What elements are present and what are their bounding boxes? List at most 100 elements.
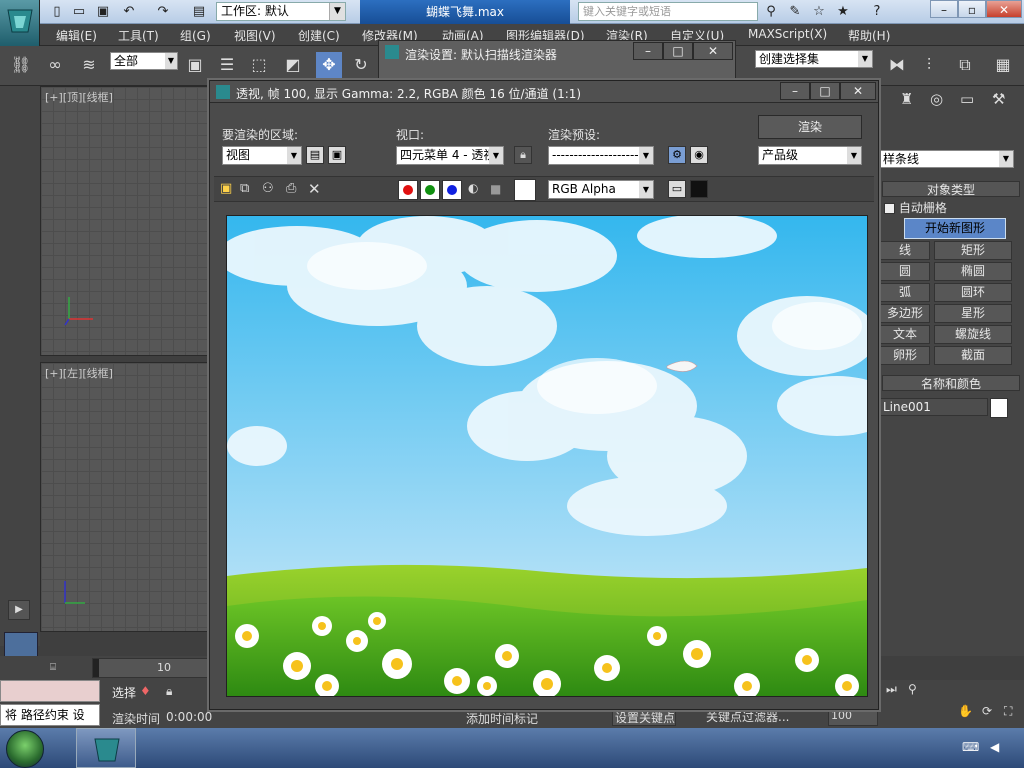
- shape-star-button[interactable]: 星形: [934, 304, 1012, 323]
- set-key-button[interactable]: 设置关键点: [612, 708, 676, 726]
- pan-icon[interactable]: ✋: [958, 704, 973, 718]
- volume-icon[interactable]: ◀: [990, 740, 999, 754]
- maximize-button[interactable]: ▫: [958, 0, 986, 18]
- help-icon[interactable]: ?: [868, 3, 886, 21]
- copy-image-icon[interactable]: ⧉: [240, 181, 249, 196]
- render-preset-select[interactable]: -------------------- ▼: [548, 146, 654, 165]
- green-channel-toggle[interactable]: [420, 180, 440, 200]
- unlink-icon[interactable]: ∞: [42, 52, 68, 78]
- rectangular-selection-icon[interactable]: ⬚: [246, 52, 272, 78]
- zoom-icon[interactable]: ⚲: [908, 682, 917, 696]
- star-icon[interactable]: ★: [834, 3, 852, 21]
- object-color-swatch[interactable]: [990, 398, 1008, 418]
- toggle-ui-overlay-icon[interactable]: ▭: [668, 180, 686, 198]
- shape-donut-button[interactable]: 圆环: [934, 283, 1012, 302]
- menu-create[interactable]: 创建(C): [298, 27, 340, 44]
- maximize-button[interactable]: □: [663, 42, 693, 60]
- close-button[interactable]: ✕: [840, 82, 876, 100]
- select-object-icon[interactable]: ▣: [182, 52, 208, 78]
- open-file-icon[interactable]: ▭: [70, 3, 88, 21]
- minimize-button[interactable]: –: [780, 82, 810, 100]
- key-filters-button[interactable]: 关键点过滤器...: [706, 708, 789, 725]
- motion-tab-icon[interactable]: ◎: [930, 90, 943, 108]
- select-by-name-icon[interactable]: ☰: [214, 52, 240, 78]
- search-input[interactable]: 键入关键字或短语: [578, 2, 758, 21]
- shape-helix-button[interactable]: 螺旋线: [934, 325, 1012, 344]
- viewport-left-label[interactable]: [+][左][线框]: [45, 365, 113, 381]
- graphite-ribbon-icon[interactable]: ▦: [990, 52, 1016, 78]
- maxscript-listener-mini[interactable]: [0, 680, 100, 702]
- display-channel-select[interactable]: RGB Alpha ▼: [548, 180, 654, 199]
- shape-section-button[interactable]: 截面: [934, 346, 1012, 365]
- bind-spacewarp-icon[interactable]: ≋: [76, 52, 102, 78]
- minimize-button[interactable]: –: [633, 42, 663, 60]
- render-quality-select[interactable]: 产品级 ▼: [758, 146, 862, 165]
- monochrome-icon[interactable]: ■: [490, 182, 501, 196]
- time-slider-thumb[interactable]: [93, 659, 99, 677]
- link-icon[interactable]: ⛓: [8, 52, 34, 78]
- toggle-ui-icon[interactable]: [690, 180, 708, 198]
- viewport-left[interactable]: [+][左][线框]: [40, 362, 210, 632]
- menu-tools[interactable]: 工具(T): [118, 27, 159, 44]
- shape-line-button[interactable]: 线: [880, 241, 930, 260]
- workspace-select[interactable]: 工作区: 默认 ▼: [216, 2, 346, 21]
- start-new-shape-button[interactable]: 开始新图形: [904, 218, 1006, 239]
- render-button[interactable]: 渲染: [758, 115, 862, 139]
- window-crossing-icon[interactable]: ◩: [280, 52, 306, 78]
- shape-text-button[interactable]: 文本: [880, 325, 930, 344]
- new-file-icon[interactable]: ▯: [48, 3, 66, 21]
- select-rotate-icon[interactable]: ↻: [348, 52, 374, 78]
- alpha-channel-icon[interactable]: ◐: [468, 181, 478, 195]
- object-name-field[interactable]: Line001: [880, 398, 988, 416]
- favorites-icon[interactable]: ☆: [810, 3, 828, 21]
- align-icon[interactable]: ⫶: [916, 52, 942, 78]
- checkbox-box[interactable]: [884, 203, 895, 214]
- menu-maxscript[interactable]: MAXScript(X): [748, 27, 827, 41]
- clear-icon[interactable]: ✕: [308, 180, 321, 198]
- viewport-select[interactable]: 四元菜单 4 - 透视 ▼: [396, 146, 504, 165]
- menu-views[interactable]: 视图(V): [234, 27, 276, 44]
- named-selection-set-select[interactable]: 创建选择集 ▼: [755, 50, 873, 68]
- undo-icon[interactable]: ↶: [120, 3, 138, 21]
- binoculars-icon[interactable]: ⚲: [762, 3, 780, 21]
- autogrid-checkbox[interactable]: 自动栅格: [884, 199, 947, 216]
- print-icon[interactable]: ⎙: [286, 181, 296, 196]
- clone-window-icon[interactable]: ⚇: [262, 181, 274, 196]
- menu-group[interactable]: 组(G): [180, 27, 211, 44]
- blue-channel-toggle[interactable]: [442, 180, 462, 200]
- shape-arc-button[interactable]: 弧: [880, 283, 930, 302]
- background-color-swatch[interactable]: [514, 179, 536, 201]
- mirror-icon[interactable]: ⧓: [884, 52, 910, 78]
- area-to-render-select[interactable]: 视图 ▼: [222, 146, 302, 165]
- selection-filter-select[interactable]: 全部 ▼: [110, 52, 178, 70]
- viewport-top[interactable]: [+][顶][线框]: [40, 86, 210, 356]
- taskbar-3dsmax-button[interactable]: [76, 728, 136, 768]
- keyboard-icon[interactable]: ⌨: [962, 740, 979, 754]
- minimize-button[interactable]: –: [930, 0, 958, 18]
- shape-ellipse-button[interactable]: 椭圆: [934, 262, 1012, 281]
- shape-egg-button[interactable]: 卵形: [880, 346, 930, 365]
- auto-region-icon[interactable]: ▣: [328, 146, 346, 164]
- layer-manager-icon[interactable]: ⧉: [952, 52, 978, 78]
- wrench-icon[interactable]: ✎: [786, 3, 804, 21]
- menu-edit[interactable]: 编辑(E): [56, 27, 97, 44]
- edit-region-icon[interactable]: ▤: [306, 146, 324, 164]
- render-setup-icon[interactable]: ⚙: [668, 146, 686, 164]
- menu-help[interactable]: 帮助(H): [848, 27, 890, 44]
- current-frame-field[interactable]: 100: [828, 708, 878, 726]
- object-type-header[interactable]: 对象类型: [882, 181, 1020, 197]
- environment-icon[interactable]: ◉: [690, 146, 708, 164]
- display-tab-icon[interactable]: ▭: [960, 90, 974, 108]
- frame-window-titlebar[interactable]: 透视, 帧 100, 显示 Gamma: 2.2, RGBA 颜色 16 位/通…: [210, 81, 878, 103]
- key-icon[interactable]: ♦: [140, 684, 151, 698]
- close-button[interactable]: ✕: [986, 0, 1022, 18]
- save-image-icon[interactable]: ▣: [220, 181, 232, 196]
- lock-viewport-icon[interactable]: 🔒︎: [514, 146, 532, 164]
- go-to-end-icon[interactable]: ⏭: [886, 682, 897, 697]
- time-slider[interactable]: 10: [92, 658, 222, 678]
- maximize-viewport-icon[interactable]: ⛶: [1004, 704, 1012, 719]
- lock-icon[interactable]: 🔒︎: [166, 684, 172, 699]
- red-channel-toggle[interactable]: [398, 180, 418, 200]
- add-time-tag-button[interactable]: 添加时间标记: [466, 710, 538, 727]
- name-color-header[interactable]: 名称和颜色: [882, 375, 1020, 391]
